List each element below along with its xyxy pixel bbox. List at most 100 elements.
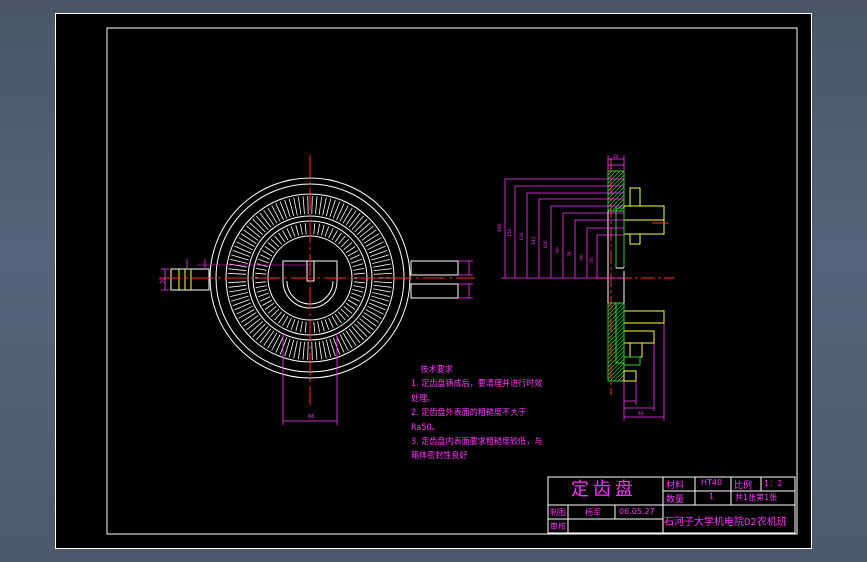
gear-tooth xyxy=(229,288,247,293)
gear-tooth xyxy=(307,341,309,361)
gear-tooth xyxy=(262,250,273,257)
gear-tooth xyxy=(349,296,360,302)
gear-tooth xyxy=(240,233,257,244)
gear-tooth xyxy=(317,223,320,235)
technical-requirements: 技术要求 1. 定齿盘铸成后，要清理并进行时效 处理。 2. 定齿盘外表面的粗糙… xyxy=(411,363,561,464)
gear-tooth xyxy=(340,238,350,248)
gear-tooth xyxy=(353,268,365,271)
gear-tooth xyxy=(342,207,353,224)
outer-frame xyxy=(55,13,812,549)
svg-text:40: 40 xyxy=(638,411,644,417)
svg-text:20: 20 xyxy=(159,279,165,285)
gear-tooth xyxy=(345,330,357,346)
gear-tooth xyxy=(288,339,295,358)
material-value: HT40 xyxy=(701,478,723,487)
gear-tooth xyxy=(322,197,327,216)
gear-tooth xyxy=(313,321,316,333)
gear-tooth xyxy=(349,254,360,260)
gear-tooth xyxy=(228,284,247,288)
gear-tooth xyxy=(339,334,349,351)
gear-tooth xyxy=(345,246,356,254)
gear-tooth xyxy=(228,281,247,284)
gear-tooth xyxy=(351,258,362,264)
section-hatch-line xyxy=(613,370,625,382)
gear-tooth xyxy=(348,328,361,344)
gear-tooth xyxy=(271,205,281,222)
gear-tooth xyxy=(345,210,357,226)
section-hatch-line xyxy=(607,182,625,200)
gear-tooth xyxy=(356,222,371,235)
gear-tooth xyxy=(321,320,325,332)
gear-tooth xyxy=(258,258,269,264)
gear-tooth xyxy=(230,259,248,264)
gear-tooth xyxy=(297,341,302,360)
gear-tooth xyxy=(255,326,269,341)
drawing-viewport[interactable]: 66 20 160 150 130 112 100 90 76 60 50 20… xyxy=(55,13,812,549)
gear-tooth xyxy=(347,250,358,257)
gear-tooth xyxy=(311,195,313,215)
gear-tooth xyxy=(317,321,320,333)
scale-value: 1：2 xyxy=(764,479,783,488)
gear-tooth xyxy=(324,226,330,237)
gear-tooth xyxy=(249,321,264,334)
gear-tooth xyxy=(264,246,275,254)
gear-tooth xyxy=(286,228,292,239)
gear-tooth xyxy=(274,311,283,321)
gear-tooth xyxy=(351,292,362,298)
gear-tooth xyxy=(371,254,389,261)
gear-tooth xyxy=(313,223,316,235)
gear-tooth xyxy=(267,332,278,349)
drawn-by: 杨军 xyxy=(585,508,601,517)
quantity-label: 数量 xyxy=(666,495,685,505)
gear-tooth xyxy=(264,302,275,310)
gear-tooth xyxy=(246,225,261,238)
gear-tooth xyxy=(373,288,391,293)
gear-tooth xyxy=(340,308,350,318)
gear-tooth xyxy=(270,238,280,248)
gear-tooth xyxy=(315,196,318,215)
drawing-date: 06.05.27 xyxy=(619,507,655,516)
gear-tooth xyxy=(246,318,261,331)
svg-text:66: 66 xyxy=(308,414,314,420)
gear-tooth xyxy=(252,218,266,233)
gear-tooth xyxy=(373,268,392,272)
gear-tooth xyxy=(367,241,384,251)
gear-tooth xyxy=(331,315,338,326)
gear-tooth xyxy=(230,292,248,297)
checked-label: 审核 xyxy=(550,522,566,531)
gear-tooth xyxy=(354,218,368,233)
gear-tooth xyxy=(373,284,392,288)
gear-tooth xyxy=(302,341,305,360)
gear-tooth xyxy=(300,223,303,235)
gear-tooth xyxy=(260,296,271,302)
gear-tooth xyxy=(363,312,380,323)
gear-tooth xyxy=(353,272,365,275)
svg-text:100: 100 xyxy=(543,240,549,249)
section-hatch-line xyxy=(607,302,617,312)
gear-tooth xyxy=(295,320,299,332)
gear-tooth xyxy=(365,237,382,247)
gear-tooth xyxy=(321,224,325,236)
gear-tooth xyxy=(263,210,275,226)
gear-tooth xyxy=(267,242,277,251)
section-hatch-line xyxy=(607,170,617,180)
section-hatch-line xyxy=(609,366,625,382)
gear-tooth xyxy=(372,259,390,264)
svg-text:130: 130 xyxy=(519,232,525,241)
gear-tooth xyxy=(363,233,380,244)
svg-text:20: 20 xyxy=(613,154,619,160)
gear-tooth xyxy=(293,197,298,216)
gear-tooth xyxy=(343,305,353,314)
gear-tooth xyxy=(255,215,269,230)
gear-tooth xyxy=(258,292,269,298)
gear-tooth xyxy=(238,237,255,247)
gear-tooth xyxy=(270,308,280,318)
gear-tooth xyxy=(259,328,272,344)
gear-tooth xyxy=(345,302,356,310)
gear-tooth xyxy=(255,285,267,288)
gear-tooth xyxy=(288,198,295,217)
gear-tooth xyxy=(315,341,318,360)
gear-tooth xyxy=(302,196,305,215)
gear-tooth xyxy=(238,309,255,319)
gear-tooth xyxy=(318,341,323,360)
